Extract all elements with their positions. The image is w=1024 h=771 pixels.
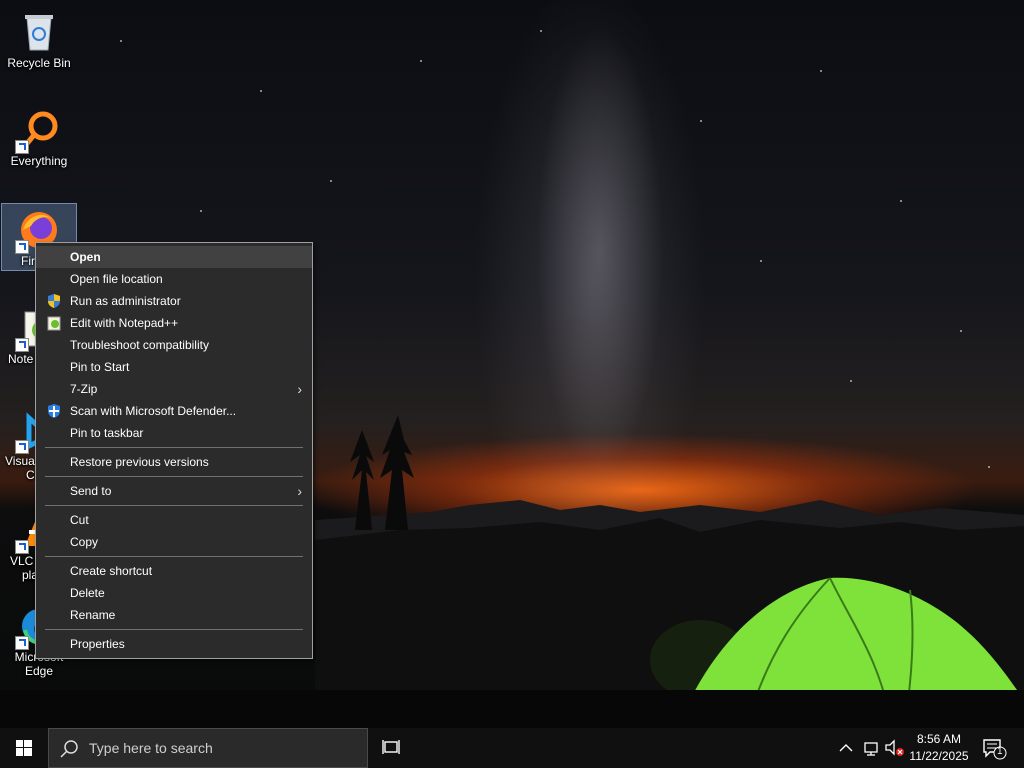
desktop-wallpaper[interactable]: Recycle Bin Everything Fir Note Visua Co xyxy=(0,0,1024,728)
menu-item-restore-previous-versions[interactable]: Restore previous versions xyxy=(36,451,312,473)
menu-item-label: Copy xyxy=(70,535,99,549)
menu-item-properties[interactable]: Properties xyxy=(36,633,312,655)
menu-item-run-as-administrator[interactable]: Run as administrator xyxy=(36,290,312,312)
notification-center-button[interactable]: 1 xyxy=(982,736,1008,760)
menu-separator xyxy=(45,505,303,506)
menu-item-label: Delete xyxy=(70,586,105,600)
menu-item-label: Scan with Microsoft Defender... xyxy=(70,404,237,418)
menu-item-scan-with-defender[interactable]: Scan with Microsoft Defender... xyxy=(36,400,312,422)
shortcut-arrow-icon xyxy=(15,240,29,254)
menu-item-edit-with-notepad-plus-plus[interactable]: Edit with Notepad++ xyxy=(36,312,312,334)
search-placeholder: Type here to search xyxy=(89,740,213,756)
shortcut-arrow-icon xyxy=(15,540,29,554)
submenu-chevron-icon: › xyxy=(297,381,302,397)
menu-item-label: Pin to Start xyxy=(70,360,130,374)
menu-item-label: Cut xyxy=(70,513,89,527)
shortcut-arrow-icon xyxy=(15,636,29,650)
menu-separator xyxy=(45,447,303,448)
menu-item-delete[interactable]: Delete xyxy=(36,582,312,604)
desktop-icon-label: Everything xyxy=(10,154,68,168)
shortcut-arrow-icon xyxy=(15,338,29,352)
taskbar-search-box[interactable]: Type here to search xyxy=(48,728,368,768)
desktop-icon-everything[interactable]: Everything xyxy=(2,104,76,168)
context-menu: Open Open file location Run as administr… xyxy=(35,242,313,659)
desktop-icon-label: Edge xyxy=(24,664,54,678)
menu-separator xyxy=(45,629,303,630)
uac-shield-icon xyxy=(48,294,60,308)
network-icon[interactable] xyxy=(862,738,882,758)
shortcut-arrow-icon xyxy=(15,440,29,454)
menu-item-label: 7-Zip xyxy=(70,382,98,396)
menu-item-label: Pin to taskbar xyxy=(70,426,144,440)
menu-item-label: Properties xyxy=(70,637,125,651)
menu-item-label: Send to xyxy=(70,484,112,498)
notification-count: 1 xyxy=(997,746,1003,757)
notification-icon xyxy=(983,739,1007,760)
menu-item-open-file-location[interactable]: Open file location xyxy=(36,268,312,290)
menu-separator xyxy=(45,556,303,557)
menu-item-label: Open xyxy=(70,250,101,264)
menu-item-open[interactable]: Open xyxy=(36,246,312,268)
clock-time: 8:56 AM xyxy=(916,732,962,746)
volume-muted-icon[interactable] xyxy=(884,738,906,758)
menu-item-send-to[interactable]: Send to › xyxy=(36,480,312,502)
menu-item-troubleshoot-compatibility[interactable]: Troubleshoot compatibility xyxy=(36,334,312,356)
start-button[interactable] xyxy=(0,728,48,768)
menu-separator xyxy=(45,476,303,477)
shortcut-arrow-icon xyxy=(15,140,29,154)
menu-item-rename[interactable]: Rename xyxy=(36,604,312,626)
notepad-plus-plus-icon xyxy=(47,316,61,331)
menu-item-pin-to-start[interactable]: Pin to Start xyxy=(36,356,312,378)
system-clock[interactable]: 8:56 AM 11/22/2025 xyxy=(904,731,974,765)
menu-item-create-shortcut[interactable]: Create shortcut xyxy=(36,560,312,582)
menu-item-label: Open file location xyxy=(70,272,163,286)
taskbar: Type here to search 8:56 AM 11/22/2025 1 xyxy=(0,728,1024,768)
submenu-chevron-icon: › xyxy=(297,483,302,499)
clock-date: 11/22/2025 xyxy=(909,749,969,763)
defender-shield-icon xyxy=(48,404,60,418)
windows-logo-icon xyxy=(16,740,32,756)
recycle-bin-icon xyxy=(17,10,61,54)
menu-item-label: Run as administrator xyxy=(70,294,181,308)
menu-item-label: Troubleshoot compatibility xyxy=(70,338,209,352)
everything-search-icon xyxy=(15,108,61,154)
desktop-icon-recycle-bin[interactable]: Recycle Bin xyxy=(2,6,76,70)
chevron-up-icon[interactable] xyxy=(838,738,854,758)
menu-item-label: Rename xyxy=(70,608,116,622)
menu-item-copy[interactable]: Copy xyxy=(36,531,312,553)
desktop-icon-label: Recycle Bin xyxy=(7,56,71,70)
menu-item-label: Restore previous versions xyxy=(70,455,209,469)
task-view-icon[interactable] xyxy=(380,736,404,760)
search-icon xyxy=(60,740,78,758)
menu-item-cut[interactable]: Cut xyxy=(36,509,312,531)
menu-item-label: Create shortcut xyxy=(70,564,153,578)
menu-item-7-zip[interactable]: 7-Zip › xyxy=(36,378,312,400)
menu-item-label: Edit with Notepad++ xyxy=(70,316,179,330)
menu-item-pin-to-taskbar[interactable]: Pin to taskbar xyxy=(36,422,312,444)
